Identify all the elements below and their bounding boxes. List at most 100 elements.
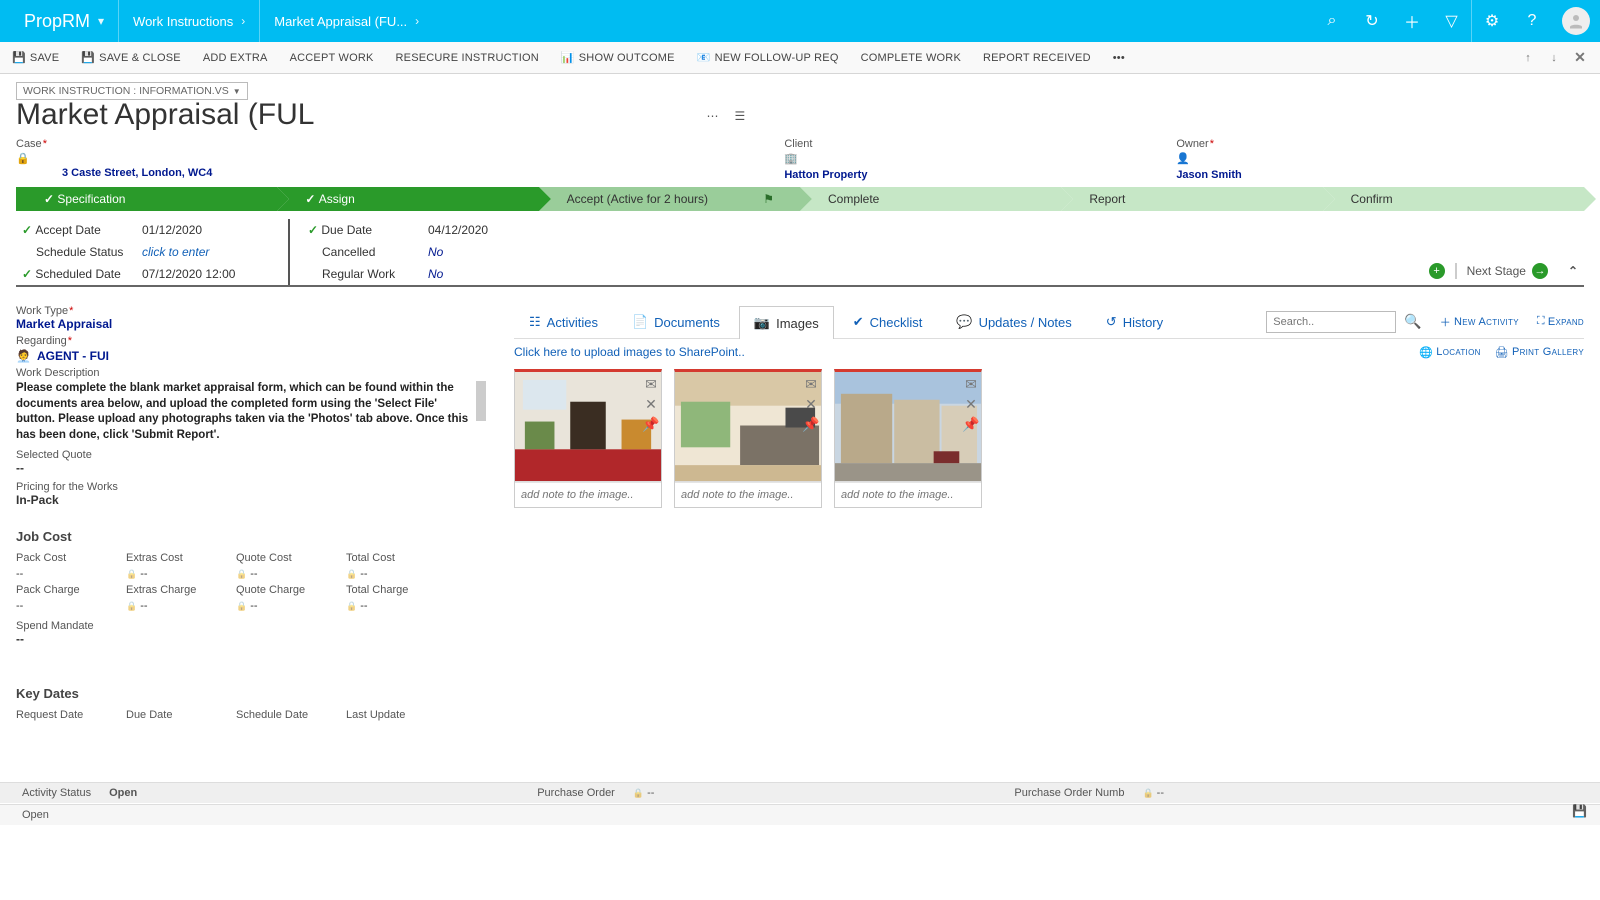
camera-icon: 📷	[754, 315, 770, 331]
app-switcher[interactable]: PropRM ▾	[0, 0, 119, 42]
breadcrumb-work-instructions[interactable]: Work Instructions ›	[119, 0, 260, 42]
nav-down-icon[interactable]: ↓	[1546, 50, 1562, 66]
case-link[interactable]: 3 Caste Street, London, WC4	[62, 167, 212, 179]
footer-save-icon[interactable]: 💾	[1572, 804, 1590, 822]
accept-date-value[interactable]: 01/12/2020	[142, 223, 202, 237]
save-and-close-button[interactable]: 💾SAVE & CLOSE	[81, 51, 181, 64]
search-icon[interactable]: 🔍	[1404, 313, 1421, 330]
chevron-right-icon: ›	[241, 14, 245, 28]
close-icon[interactable]: ✕	[1572, 50, 1588, 66]
search-icon[interactable]: ⌕	[1312, 0, 1352, 42]
cost-label: Total Cost	[346, 552, 456, 564]
pin-icon[interactable]: 📌	[963, 416, 979, 432]
tab-activities[interactable]: ☷Activities	[514, 305, 613, 338]
tab-history[interactable]: ↺History	[1091, 305, 1178, 338]
scheduled-date-label: Scheduled Date	[22, 267, 142, 281]
location-button[interactable]: 🌐Location	[1419, 346, 1480, 359]
cost-label: Quote Cost	[236, 552, 346, 564]
stage-confirm[interactable]: Confirm	[1323, 187, 1584, 211]
help-icon[interactable]: ?	[1512, 0, 1552, 42]
cost-grid: Pack Cost Extras Cost Quote Cost Total C…	[16, 552, 486, 612]
stage-specification[interactable]: Specification	[16, 187, 277, 211]
pin-icon[interactable]: 📌	[803, 416, 819, 432]
next-stage-button[interactable]: Next Stage→	[1455, 263, 1548, 279]
mail-icon[interactable]: ✉	[643, 376, 659, 392]
regular-work-value[interactable]: No	[428, 267, 443, 281]
due-date-label: Due Date	[308, 223, 428, 237]
client-link[interactable]: Hatton Property	[784, 169, 1176, 181]
image-gallery: ✉ ✕ 📌 ✉ ✕ 📌	[514, 369, 1584, 508]
stage-report[interactable]: Report	[1061, 187, 1322, 211]
collapse-stage-icon[interactable]: ⌃	[1568, 264, 1578, 278]
image-thumbnail[interactable]	[835, 372, 981, 482]
accept-date-label: Accept Date	[22, 223, 142, 237]
workdesc-value[interactable]: Please complete the blank market apprais…	[16, 381, 486, 443]
new-followup-button[interactable]: 📧NEW FOLLOW-UP REQ	[697, 51, 839, 64]
pin-icon[interactable]: 📌	[643, 416, 659, 432]
worktype-value[interactable]: Market Appraisal	[16, 317, 486, 331]
tab-images[interactable]: 📷Images	[739, 306, 834, 339]
image-card[interactable]: ✉ ✕ 📌	[834, 369, 982, 508]
case-label: Case*	[16, 138, 784, 150]
record-state-bar: Open	[0, 804, 1600, 825]
tab-documents[interactable]: 📄Documents	[617, 305, 735, 338]
stage-accept[interactable]: Accept (Active for 2 hours)⚑	[539, 187, 800, 211]
tab-updates[interactable]: 💬Updates / Notes	[941, 305, 1086, 338]
tab-checklist[interactable]: ✔Checklist	[838, 305, 938, 338]
new-activity-button[interactable]: ＋New Activity	[1440, 314, 1519, 330]
image-note-input[interactable]	[835, 482, 981, 507]
image-thumbnail[interactable]	[515, 372, 661, 482]
scheduled-date-value[interactable]: 07/12/2020 12:00	[142, 267, 235, 281]
pricing-label: Pricing for the Works	[16, 481, 486, 493]
report-received-button[interactable]: REPORT RECEIVED	[983, 52, 1091, 64]
nav-up-icon[interactable]: ↑	[1520, 50, 1536, 66]
close-icon[interactable]: ✕	[803, 396, 819, 412]
due-date-value[interactable]: 04/12/2020	[428, 223, 488, 237]
image-card[interactable]: ✉ ✕ 📌	[674, 369, 822, 508]
accept-work-button[interactable]: ACCEPT WORK	[290, 52, 374, 64]
add-extra-button[interactable]: ADD EXTRA	[203, 52, 268, 64]
close-icon[interactable]: ✕	[643, 396, 659, 412]
filter-icon[interactable]: ▽	[1432, 0, 1472, 42]
cost-value: --	[126, 600, 236, 612]
close-icon[interactable]: ✕	[963, 396, 979, 412]
resecure-instruction-button[interactable]: RESECURE INSTRUCTION	[396, 52, 539, 64]
save-button[interactable]: 💾SAVE	[12, 51, 59, 64]
scrollbar[interactable]	[476, 381, 486, 421]
show-outcome-button[interactable]: 📊SHOW OUTCOME	[561, 51, 675, 64]
spend-mandate-value[interactable]: --	[16, 632, 486, 646]
breadcrumb-current[interactable]: Market Appraisal (FU... ›	[260, 0, 433, 42]
image-card[interactable]: ✉ ✕ 📌	[514, 369, 662, 508]
schedule-status-value[interactable]: click to enter	[142, 245, 209, 259]
recent-icon[interactable]: ↻	[1352, 0, 1392, 42]
agent-icon: 🧑‍💼	[16, 349, 31, 363]
list-icon[interactable]: ☰	[734, 109, 745, 123]
more-commands-button[interactable]: •••	[1113, 52, 1125, 64]
po-value: --	[633, 787, 655, 799]
expand-button[interactable]: ⛶Expand	[1537, 315, 1584, 328]
stage-complete[interactable]: Complete	[800, 187, 1061, 211]
pricing-value[interactable]: In-Pack	[16, 493, 486, 507]
cost-value: --	[126, 568, 236, 580]
keydate-label: Last Update	[346, 709, 456, 721]
selected-quote-value[interactable]: --	[16, 461, 486, 475]
settings-icon[interactable]: ⚙	[1472, 0, 1512, 42]
print-gallery-button[interactable]: 🖨Print Gallery	[1495, 346, 1584, 359]
activity-search-input[interactable]	[1266, 311, 1396, 333]
cancelled-value[interactable]: No	[428, 245, 443, 259]
user-avatar[interactable]	[1562, 7, 1590, 35]
image-note-input[interactable]	[515, 482, 661, 507]
image-note-input[interactable]	[675, 482, 821, 507]
mail-icon[interactable]: ✉	[803, 376, 819, 392]
regarding-value[interactable]: AGENT - FUI	[37, 349, 109, 363]
owner-link[interactable]: Jason Smith	[1176, 169, 1600, 181]
image-thumbnail[interactable]	[675, 372, 821, 482]
more-header-icon[interactable]: ⋯	[706, 109, 718, 123]
person-icon: 👤	[1176, 152, 1600, 165]
upload-images-link[interactable]: Click here to upload images to SharePoin…	[514, 345, 745, 359]
new-icon[interactable]: ＋	[1392, 0, 1432, 42]
mail-icon[interactable]: ✉	[963, 376, 979, 392]
add-stage-icon[interactable]: +	[1429, 263, 1445, 279]
stage-assign[interactable]: Assign	[277, 187, 538, 211]
complete-work-button[interactable]: COMPLETE WORK	[861, 52, 961, 64]
